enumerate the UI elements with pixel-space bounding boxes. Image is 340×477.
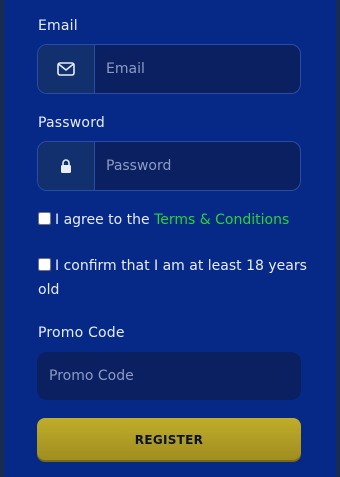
register-button[interactable]: REGISTER [37,418,301,462]
age-row: I confirm that I am at least 18 years ol… [38,254,308,302]
terms-text: I agree to the [55,212,155,228]
password-addon [38,142,95,190]
promo-input-group [37,352,301,400]
email-field[interactable] [94,60,300,78]
password-input-group [37,141,301,191]
register-form: Email Password [4,0,336,477]
password-field[interactable] [94,157,300,175]
mail-icon [57,62,75,76]
promo-label: Promo Code [38,325,125,341]
email-label: Email [38,18,78,34]
terms-row: I agree to the Terms & Conditions [38,208,308,232]
terms-checkbox[interactable] [38,212,51,225]
lock-icon [60,159,72,173]
right-edge [336,0,340,477]
promo-code-field[interactable] [37,352,301,400]
age-checkbox[interactable] [38,258,51,271]
email-input-group [37,44,301,94]
email-addon [38,45,95,93]
terms-link[interactable]: Terms & Conditions [154,212,289,228]
password-label: Password [38,115,105,131]
age-text: I confirm that I am at least 18 years ol… [38,258,307,298]
